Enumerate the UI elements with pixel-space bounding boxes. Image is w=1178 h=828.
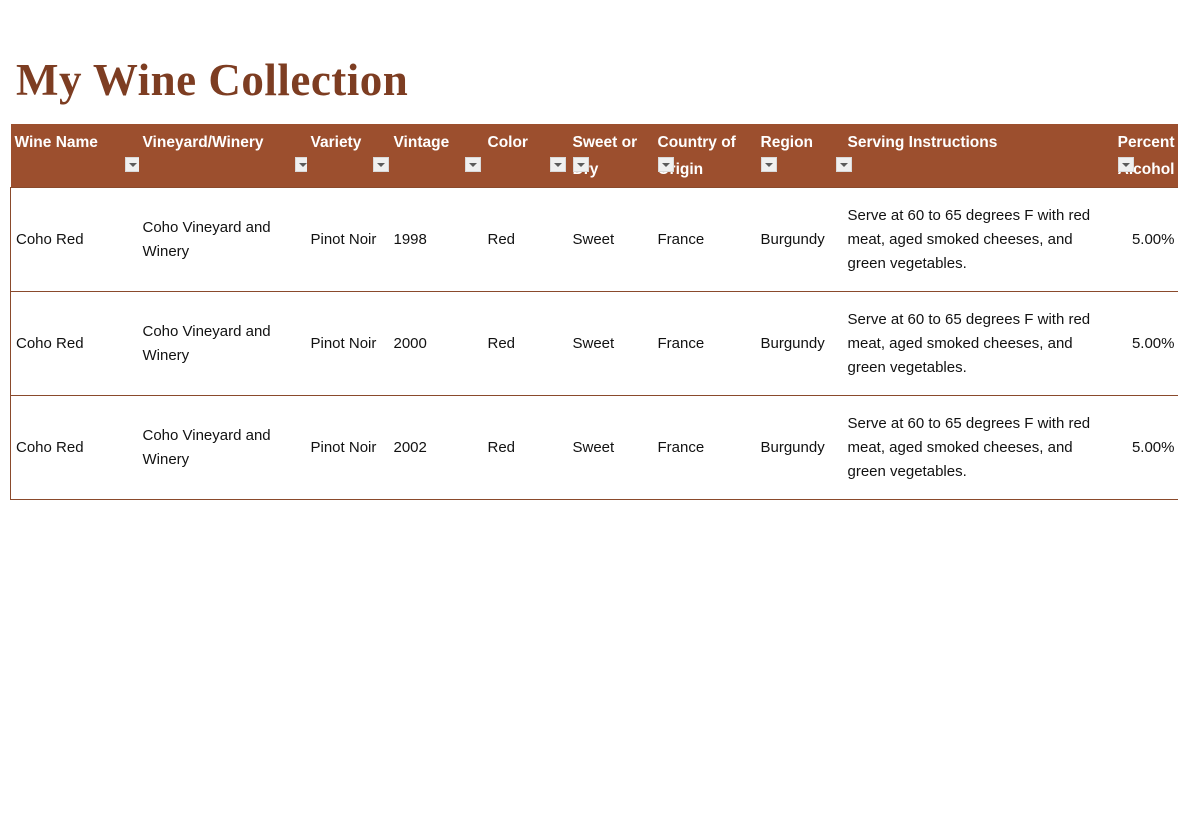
column-header-label: Color <box>487 134 528 151</box>
cell-variety: Pinot Noir <box>306 395 390 500</box>
column-header-label: Serving Instructions <box>847 134 998 151</box>
cell-serving-instructions: Serve at 60 to 65 degrees F with red mea… <box>843 187 1106 292</box>
cell-percent-alcohol: 5.00% <box>1105 291 1178 396</box>
cell-region: Burgundy <box>756 395 844 500</box>
cell-percent-alcohol: 5.00% <box>1105 395 1178 500</box>
table-row[interactable]: Coho Red Coho Vineyard and Winery Pinot … <box>10 395 1178 500</box>
cell-vintage: 1998 <box>389 187 484 292</box>
table-header-row: Wine Name Vineyard/Winery Variety Vintag… <box>10 124 1178 188</box>
column-header-label: Vineyard/Winery <box>142 134 264 151</box>
column-header-serving-instructions[interactable]: Serving Instructions <box>835 124 1106 188</box>
cell-vineyard: Coho Vineyard and Winery <box>138 291 307 396</box>
cell-color: Red <box>483 187 569 292</box>
column-header-color[interactable]: Color <box>483 124 569 188</box>
cell-serving-instructions: Serve at 60 to 65 degrees F with red mea… <box>843 291 1106 396</box>
wine-collection-table-container: Wine Name Vineyard/Winery Variety Vintag… <box>10 124 1178 500</box>
cell-wine-name: Coho Red <box>10 291 139 396</box>
column-header-wine-name[interactable]: Wine Name <box>10 124 141 188</box>
page-title: My Wine Collection <box>16 55 409 106</box>
chevron-down-icon[interactable] <box>657 157 674 172</box>
column-header-label: Variety <box>310 134 362 151</box>
chevron-down-icon[interactable] <box>1117 157 1134 172</box>
column-header-country-of-origin[interactable]: Country of Origin <box>653 124 757 188</box>
table-header: Wine Name Vineyard/Winery Variety Vintag… <box>10 124 1178 188</box>
cell-region: Burgundy <box>756 187 844 292</box>
cell-vineyard: Coho Vineyard and Winery <box>138 395 307 500</box>
cell-variety: Pinot Noir <box>306 291 390 396</box>
cell-wine-name: Coho Red <box>10 395 139 500</box>
cell-vintage: 2000 <box>389 291 484 396</box>
column-header-label: Wine Name <box>14 134 98 151</box>
cell-color: Red <box>483 395 569 500</box>
cell-sweet-or-dry: Sweet <box>568 395 654 500</box>
chevron-down-icon[interactable] <box>549 157 566 172</box>
chevron-down-icon[interactable] <box>372 157 389 172</box>
chevron-down-icon[interactable] <box>464 157 481 172</box>
cell-country: France <box>653 395 757 500</box>
chevron-down-icon[interactable] <box>760 157 777 172</box>
cell-vineyard: Coho Vineyard and Winery <box>138 187 307 292</box>
chevron-down-icon[interactable] <box>835 157 852 172</box>
table-body: Coho Red Coho Vineyard and Winery Pinot … <box>10 187 1178 500</box>
column-header-vineyard-winery[interactable]: Vineyard/Winery <box>138 124 311 188</box>
column-header-vintage[interactable]: Vintage <box>389 124 484 188</box>
cell-color: Red <box>483 291 569 396</box>
cell-country: France <box>653 187 757 292</box>
cell-country: France <box>653 291 757 396</box>
cell-sweet-or-dry: Sweet <box>568 187 654 292</box>
cell-vintage: 2002 <box>389 395 484 500</box>
column-header-label: Vintage <box>393 134 450 151</box>
column-header-sweet-or-dry[interactable]: Sweet or Dry <box>568 124 654 188</box>
table-row[interactable]: Coho Red Coho Vineyard and Winery Pinot … <box>10 291 1178 396</box>
cell-sweet-or-dry: Sweet <box>568 291 654 396</box>
table-row[interactable]: Coho Red Coho Vineyard and Winery Pinot … <box>10 187 1178 292</box>
column-header-percent-alcohol[interactable]: Percent Alcohol <box>1105 124 1178 188</box>
column-header-region[interactable]: Region <box>756 124 844 188</box>
cell-serving-instructions: Serve at 60 to 65 degrees F with red mea… <box>843 395 1106 500</box>
cell-wine-name: Coho Red <box>10 187 139 292</box>
column-header-label: Region <box>760 134 814 151</box>
cell-percent-alcohol: 5.00% <box>1105 187 1178 292</box>
cell-variety: Pinot Noir <box>306 187 390 292</box>
cell-region: Burgundy <box>756 291 844 396</box>
wine-collection-table: Wine Name Vineyard/Winery Variety Vintag… <box>10 124 1178 500</box>
chevron-down-icon[interactable] <box>572 157 589 172</box>
column-header-variety[interactable]: Variety <box>306 124 390 188</box>
